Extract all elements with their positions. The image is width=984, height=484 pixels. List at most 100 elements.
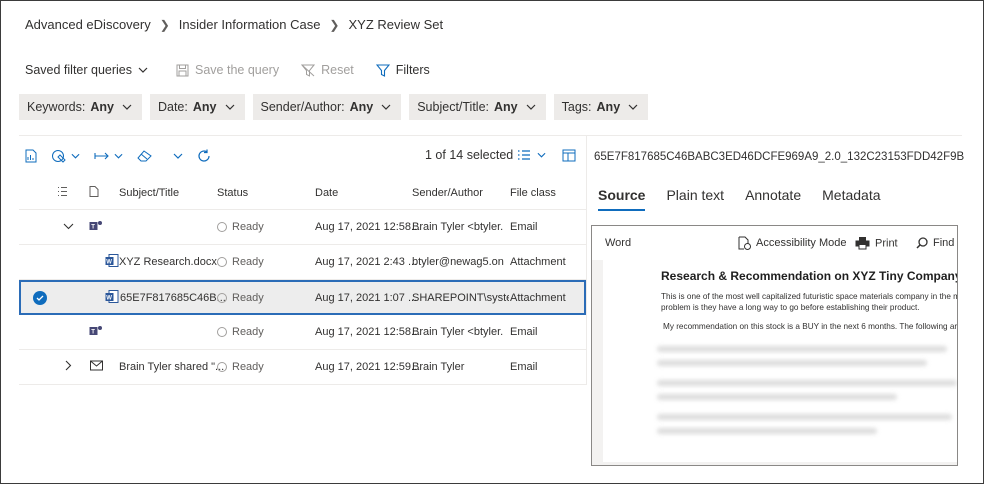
filter-value: Any <box>349 100 374 114</box>
status-text: Ready <box>232 291 264 304</box>
chevron-down-icon <box>114 153 123 159</box>
teams-icon: T <box>89 219 103 235</box>
tag-icon <box>52 149 66 163</box>
table-row[interactable]: W XYZ Research.docx Ready Aug 17, 2021 2… <box>19 245 586 280</box>
file-type-icon[interactable] <box>89 185 99 200</box>
save-icon <box>176 64 189 76</box>
redacted-line <box>657 346 947 352</box>
app-frame: Advanced eDiscovery ❯ Insider Informatio… <box>0 0 984 484</box>
export-menu-button[interactable] <box>94 151 123 161</box>
find-button[interactable]: Find <box>916 237 954 249</box>
tag-menu-button[interactable] <box>51 149 80 164</box>
divider <box>19 135 962 136</box>
report-icon[interactable] <box>25 149 37 163</box>
document-paragraph-line: This is one of the most well capitalized… <box>661 292 958 301</box>
chevron-down-icon <box>225 104 234 110</box>
filter-date[interactable]: Date: Any <box>149 94 245 120</box>
more-menu-button[interactable] <box>173 153 183 159</box>
column-file-class[interactable]: File class <box>510 187 556 199</box>
document-page: Research & Recommendation on XYZ Tiny Co… <box>603 260 958 462</box>
table-row[interactable]: T Ready Aug 17, 2021 12:58... Brain Tyle… <box>19 315 586 350</box>
print-button[interactable]: Print <box>855 237 898 250</box>
chevron-down-icon <box>138 67 148 73</box>
document-paragraph-line: My recommendation on this stock is a BUY… <box>663 322 958 331</box>
status-text: Ready <box>232 256 264 268</box>
row-status: Ready <box>217 292 264 304</box>
saved-filter-queries-button[interactable]: Saved filter queries <box>25 63 154 77</box>
filter-keywords[interactable]: Keywords: Any <box>19 94 142 120</box>
word-doc-icon: W <box>105 289 119 306</box>
column-date[interactable]: Date <box>315 187 338 199</box>
table-row[interactable]: Brain Tyler shared "... Ready Aug 17, 20… <box>19 350 586 385</box>
collapse-chevron-icon[interactable] <box>63 221 74 233</box>
row-file-class: Email <box>510 326 538 338</box>
save-query-button[interactable]: Save the query <box>176 63 279 77</box>
chevron-down-icon <box>173 153 183 159</box>
row-subject: Brain Tyler shared "... <box>119 361 225 373</box>
filter-tags[interactable]: Tags: Any <box>553 94 649 120</box>
column-status[interactable]: Status <box>217 187 248 199</box>
tab-annotate[interactable]: Annotate <box>745 187 801 211</box>
column-sender-author[interactable]: Sender/Author <box>412 187 483 199</box>
svg-text:W: W <box>106 295 112 301</box>
grid-command-bar: 1 of 14 selected <box>25 145 581 167</box>
tab-plain-text[interactable]: Plain text <box>666 187 724 211</box>
breadcrumb-ediscovery[interactable]: Advanced eDiscovery <box>25 17 151 32</box>
query-toolbar: Saved filter queries Save the query Rese… <box>25 63 452 77</box>
row-sender: Brain Tyler <btyler... <box>412 326 504 338</box>
review-set-grid: Subject/Title Status Date Sender/Author … <box>19 176 586 385</box>
reset-button[interactable]: Reset <box>301 63 354 77</box>
detail-tabs: Source Plain text Annotate Metadata <box>598 187 902 211</box>
redacted-line <box>657 380 957 386</box>
chevron-down-icon <box>122 104 132 110</box>
eraser-icon[interactable] <box>137 150 153 162</box>
chevron-right-icon: ❯ <box>159 17 170 32</box>
status-ring-icon <box>217 257 227 267</box>
document-paragraph-line: problem is they have a long way to go be… <box>661 303 920 312</box>
table-row[interactable]: T Ready Aug 17, 2021 12:58... Brain Tyle… <box>19 210 586 245</box>
filters-button[interactable]: Filters <box>375 63 430 77</box>
status-text: Ready <box>232 361 264 373</box>
expand-chevron-icon[interactable] <box>65 360 72 374</box>
save-query-label: Save the query <box>195 63 280 77</box>
row-file-class: Email <box>510 361 538 373</box>
breadcrumb-case[interactable]: Insider Information Case <box>179 17 321 32</box>
accessibility-icon <box>738 236 751 250</box>
print-icon <box>855 237 870 250</box>
column-subject-title[interactable]: Subject/Title <box>119 187 179 199</box>
redacted-line <box>657 394 897 400</box>
row-status: Ready <box>217 326 264 338</box>
row-file-class: Attachment <box>510 291 566 304</box>
accessibility-mode-button[interactable]: Accessibility Mode <box>738 236 846 250</box>
find-label: Find <box>933 237 955 249</box>
row-sender: SHAREPOINT\system <box>412 291 509 304</box>
row-date: Aug 17, 2021 12:58... <box>315 221 421 233</box>
chevron-down-icon <box>537 152 546 158</box>
filter-sender-author[interactable]: Sender/Author: Any <box>252 94 402 120</box>
pane-divider <box>586 135 587 385</box>
row-sender: btyler@newag5.on... <box>412 256 504 268</box>
view-options-button[interactable] <box>517 149 546 161</box>
filter-subject-title[interactable]: Subject/Title: Any <box>409 94 546 120</box>
filter-pills: Keywords: Any Date: Any Sender/Author: Any … <box>19 94 656 120</box>
status-ring-icon <box>217 362 227 372</box>
breadcrumb-review-set: XYZ Review Set <box>348 17 444 32</box>
status-ring-icon <box>217 292 227 303</box>
sort-icon[interactable] <box>57 186 68 199</box>
filter-label: Keywords: <box>27 100 86 114</box>
refresh-icon[interactable] <box>197 149 211 163</box>
search-icon <box>916 237 928 249</box>
row-subject: XYZ Research.docx <box>119 256 217 268</box>
column-options-button[interactable] <box>562 149 576 162</box>
table-row-selected[interactable]: W 65E7F817685C46B... Ready Aug 17, 2021 … <box>19 280 586 315</box>
row-status: Ready <box>217 221 264 233</box>
row-date: Aug 17, 2021 12:58... <box>315 326 421 338</box>
tab-source[interactable]: Source <box>598 187 646 211</box>
status-text: Ready <box>232 326 264 338</box>
selected-check-icon[interactable] <box>33 290 47 305</box>
chevron-down-icon <box>71 153 80 159</box>
filter-value: Any <box>596 100 621 114</box>
filter-label: Subject/Title: <box>417 100 490 114</box>
tab-metadata[interactable]: Metadata <box>822 187 880 211</box>
svg-text:T: T <box>91 330 95 336</box>
